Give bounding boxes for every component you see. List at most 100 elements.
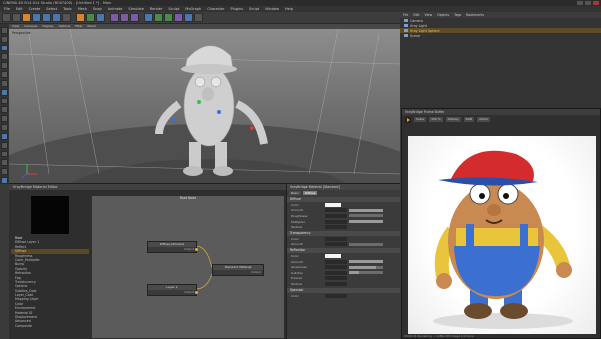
attribute-label: Color	[291, 293, 299, 298]
viewport-menu-filter[interactable]: Filter	[75, 24, 82, 29]
value-field[interactable]	[325, 293, 347, 298]
output-port-icon[interactable]	[195, 291, 198, 294]
value-field[interactable]	[325, 281, 347, 286]
undo-icon[interactable]	[2, 13, 11, 22]
tool-icon[interactable]	[1, 168, 8, 176]
om-menu-bookmarks[interactable]: Bookmarks	[466, 12, 484, 18]
tool-icon[interactable]	[1, 53, 8, 61]
attribute-label: Color	[291, 253, 299, 258]
play-icon[interactable]	[405, 116, 411, 123]
tree-item[interactable]: Composite	[11, 324, 89, 328]
tool-icon[interactable]	[1, 115, 8, 123]
value-field[interactable]	[325, 265, 347, 270]
value-field[interactable]	[325, 213, 347, 218]
viewport-menu-panel[interactable]: Panel	[88, 24, 96, 29]
recent-icon[interactable]	[62, 13, 71, 22]
tool-icon[interactable]	[1, 106, 8, 114]
attributes-sections: Diffuse Color Amount Roughness Multiplier Tex…	[287, 197, 400, 298]
x-axis-icon[interactable]	[72, 13, 75, 22]
value-slider[interactable]	[349, 220, 383, 224]
maximize-button[interactable]	[585, 1, 591, 5]
tool-icon[interactable]	[1, 150, 8, 158]
node-graph[interactable]: Root Node Diffuse [Shader] Output Layer …	[92, 196, 284, 338]
render-picture-viewer-icon[interactable]	[110, 13, 119, 22]
node-diffuse[interactable]: Diffuse [Shader] Output	[147, 241, 198, 253]
om-menu-tags[interactable]: Tags	[454, 12, 461, 18]
viewport-menu-options[interactable]: Options	[59, 24, 71, 29]
node-standard-material[interactable]: Standard Material Output	[212, 264, 264, 276]
redo-icon[interactable]	[12, 13, 21, 22]
deformer-icon[interactable]	[164, 13, 173, 22]
tool-icon[interactable]	[1, 44, 8, 52]
tab-diffuse[interactable]: Diffuse	[302, 191, 318, 195]
om-menu-view[interactable]: View	[425, 12, 433, 18]
tool-icon[interactable]	[1, 132, 8, 140]
viewport-menu-view[interactable]: View	[12, 24, 19, 29]
render-tool[interactable]: Alpha	[477, 117, 490, 122]
world-icon[interactable]	[96, 13, 105, 22]
render-tool[interactable]: 100 %	[429, 117, 443, 122]
value-field[interactable]	[325, 270, 347, 275]
om-menu-file[interactable]: File	[403, 12, 408, 18]
tool-icon[interactable]	[1, 159, 8, 167]
object-row[interactable]: Scene	[400, 33, 601, 38]
value-field[interactable]	[325, 259, 347, 264]
subdivision-icon[interactable]	[144, 13, 153, 22]
value-field[interactable]	[325, 208, 347, 213]
minimize-button[interactable]	[577, 1, 583, 5]
tab-basic[interactable]: Basic	[289, 191, 301, 195]
viewport-menu-display[interactable]: Display	[42, 24, 53, 29]
render-tool[interactable]: RGB	[463, 117, 475, 122]
cube-icon[interactable]	[130, 13, 139, 22]
value-slider[interactable]	[349, 214, 383, 218]
z-axis-icon[interactable]	[86, 13, 95, 22]
render-view-icon[interactable]	[106, 13, 109, 22]
value-slider[interactable]	[349, 208, 383, 212]
y-axis-icon[interactable]	[76, 13, 85, 22]
value-field[interactable]	[325, 236, 347, 241]
om-menu-edit[interactable]: Edit	[413, 12, 419, 18]
render-tool[interactable]: Scale	[414, 117, 427, 122]
camera-icon[interactable]	[184, 13, 193, 22]
value-field[interactable]	[325, 242, 347, 247]
render-tool[interactable]: Display	[445, 117, 461, 122]
render-settings-icon[interactable]	[120, 13, 129, 22]
value-slider[interactable]	[349, 265, 383, 269]
tool-icon[interactable]	[1, 35, 8, 43]
3d-viewport[interactable]	[9, 24, 400, 184]
node-layer[interactable]: Layer 1 Output	[147, 284, 198, 296]
array-icon[interactable]	[154, 13, 163, 22]
slider-fill	[349, 208, 383, 212]
attribute-label: Texture	[291, 281, 302, 286]
pen-icon[interactable]	[140, 13, 143, 22]
value-slider[interactable]	[349, 260, 383, 264]
tool-icon[interactable]	[1, 71, 8, 78]
color-swatch[interactable]	[325, 253, 341, 258]
scale-icon[interactable]	[42, 13, 51, 22]
tool-icon[interactable]	[1, 141, 8, 149]
value-field[interactable]	[325, 225, 347, 230]
select-icon[interactable]	[22, 13, 31, 22]
om-menu-objects[interactable]: Objects	[437, 12, 449, 18]
tool-icon[interactable]	[1, 97, 8, 105]
color-swatch[interactable]	[325, 202, 341, 207]
value-field[interactable]	[325, 276, 347, 281]
value-slider[interactable]	[349, 271, 383, 275]
close-button[interactable]	[593, 1, 599, 5]
tool-icon[interactable]	[1, 79, 8, 87]
viewport-menu-cameras[interactable]: Cameras	[24, 24, 37, 29]
slider-fill	[349, 260, 383, 264]
light-icon[interactable]	[194, 13, 203, 22]
attribute-label: Texture	[291, 225, 302, 230]
tool-icon[interactable]	[1, 27, 8, 34]
output-port-icon[interactable]	[195, 248, 198, 251]
tool-icon[interactable]	[1, 62, 8, 70]
floor-icon[interactable]	[174, 13, 183, 22]
value-slider[interactable]	[349, 242, 383, 246]
rotate-icon[interactable]	[52, 13, 61, 22]
tool-icon[interactable]	[1, 88, 8, 96]
tool-icon[interactable]	[1, 177, 8, 184]
tool-icon[interactable]	[1, 124, 8, 131]
move-icon[interactable]	[32, 13, 41, 22]
value-field[interactable]	[325, 219, 347, 224]
